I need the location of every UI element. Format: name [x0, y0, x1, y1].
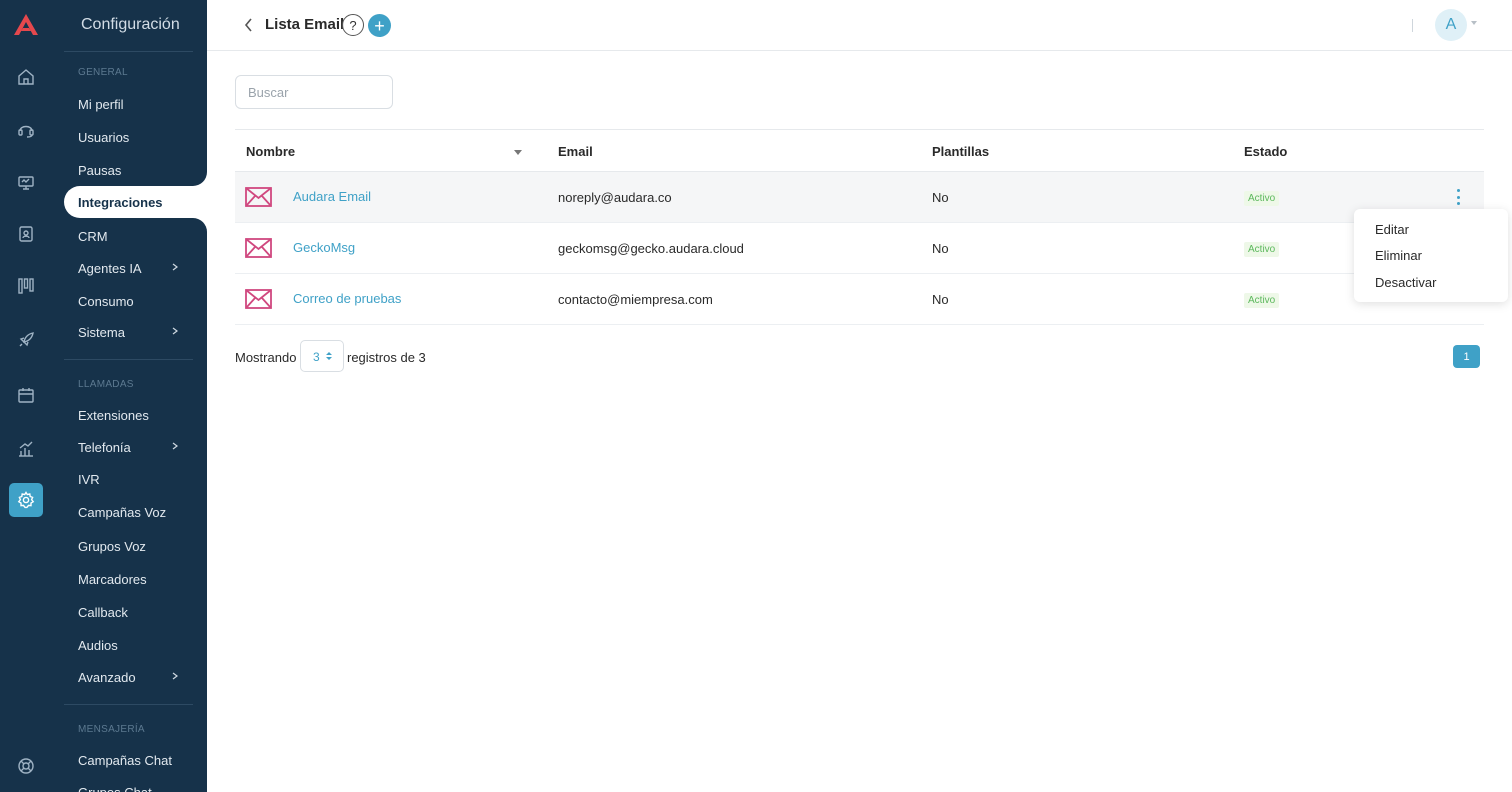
- select-arrows-icon: [326, 352, 332, 360]
- settings-icon[interactable]: [9, 483, 43, 517]
- sidebar-item-dialers[interactable]: Marcadores: [64, 563, 207, 595]
- section-messaging: MENSAJERÍA: [78, 724, 145, 735]
- page-size-value: 3: [313, 350, 320, 364]
- sidebar-item-label: Sistema: [78, 324, 125, 340]
- sidebar-item-callback[interactable]: Callback: [64, 596, 207, 628]
- sidebar-divider: [64, 51, 193, 52]
- add-email-button[interactable]: +: [368, 14, 391, 37]
- mail-icon: [245, 289, 272, 309]
- sidebar-item-users[interactable]: Usuarios: [64, 121, 207, 153]
- contacts-icon[interactable]: [9, 217, 43, 251]
- menu-item-delete[interactable]: Eliminar: [1375, 248, 1422, 263]
- page-header: Lista Email ? + A: [207, 0, 1512, 51]
- calendar-icon[interactable]: [9, 378, 43, 412]
- table-row[interactable]: Audara Email noreply@audara.co No Activo: [235, 172, 1484, 223]
- page-title: Lista Email: [265, 16, 345, 33]
- sidebar-item-label: Telefonía: [78, 439, 131, 455]
- caret-down-icon[interactable]: [1471, 21, 1477, 25]
- integration-name-link[interactable]: Audara Email: [293, 189, 371, 204]
- sidebar-item-system[interactable]: Sistema: [64, 316, 207, 348]
- help-button[interactable]: ?: [342, 14, 364, 36]
- app-logo-icon[interactable]: [12, 12, 40, 38]
- search-input[interactable]: [235, 75, 393, 109]
- integration-name-link[interactable]: GeckoMsg: [293, 240, 355, 255]
- row-action-menu: Editar Eliminar Desactivar: [1354, 209, 1508, 302]
- row-actions-kebab-icon[interactable]: [1454, 189, 1462, 205]
- table-row[interactable]: Correo de pruebas contacto@miempresa.com…: [235, 274, 1484, 325]
- rocket-icon[interactable]: [9, 323, 43, 357]
- sort-desc-icon[interactable]: [514, 150, 522, 155]
- kanban-icon[interactable]: [9, 269, 43, 303]
- active-notch-top: [193, 166, 207, 186]
- sidebar-item-profile[interactable]: Mi perfil: [64, 88, 207, 120]
- status-badge: Activo: [1244, 293, 1280, 308]
- sidebar-item-integrations[interactable]: Integraciones: [64, 186, 207, 218]
- chevron-right-icon: [172, 442, 178, 450]
- column-header-templates[interactable]: Plantillas: [932, 144, 989, 159]
- icon-rail: [0, 0, 50, 792]
- integration-name-link[interactable]: Correo de pruebas: [293, 291, 401, 306]
- table-header: Nombre Email Plantillas Estado: [235, 129, 1484, 172]
- records-label: registros de 3: [347, 350, 426, 365]
- showing-label: Mostrando: [235, 350, 297, 365]
- sidebar-item-voice-groups[interactable]: Grupos Voz: [64, 530, 207, 562]
- email-cell: noreply@audara.co: [558, 190, 672, 205]
- page-button[interactable]: 1: [1453, 345, 1480, 368]
- page-size-select[interactable]: 3: [300, 340, 344, 372]
- section-calls: LLAMADAS: [78, 379, 134, 390]
- header-divider: [1412, 19, 1413, 32]
- sidebar-item-chat-groups[interactable]: Grupos Chat: [64, 776, 207, 792]
- analytics-icon[interactable]: [9, 432, 43, 466]
- column-header-name[interactable]: Nombre: [246, 144, 295, 159]
- monitor-icon[interactable]: [9, 166, 43, 200]
- back-arrow-icon[interactable]: [242, 16, 256, 34]
- email-table: Nombre Email Plantillas Estado Audara Em…: [235, 129, 1484, 325]
- sidebar-item-consumption[interactable]: Consumo: [64, 285, 207, 317]
- chevron-right-icon: [172, 672, 178, 680]
- section-general: GENERAL: [78, 67, 128, 78]
- sidebar-title: Configuración: [81, 16, 180, 33]
- sidebar-item-label: Agentes IA: [78, 260, 142, 276]
- sidebar-item-ai-agents[interactable]: Agentes IA: [64, 252, 207, 284]
- support-icon[interactable]: [9, 749, 43, 783]
- avatar[interactable]: A: [1435, 9, 1467, 41]
- sidebar-item-label: Avanzado: [78, 669, 136, 685]
- sidebar-item-chat-campaigns[interactable]: Campañas Chat: [64, 744, 207, 776]
- sidebar-divider: [64, 704, 193, 705]
- sidebar-item-crm[interactable]: CRM: [64, 220, 207, 252]
- sidebar-divider: [64, 359, 193, 360]
- templates-cell: No: [932, 292, 949, 307]
- sidebar-item-ivr[interactable]: IVR: [64, 463, 207, 495]
- sidebar-item-extensions[interactable]: Extensiones: [64, 399, 207, 431]
- email-cell: geckomsg@gecko.audara.cloud: [558, 241, 744, 256]
- headset-icon[interactable]: [9, 113, 43, 147]
- column-header-email[interactable]: Email: [558, 144, 593, 159]
- mail-icon: [245, 238, 272, 258]
- chevron-right-icon: [172, 327, 178, 335]
- sidebar-item-telephony[interactable]: Telefonía: [64, 431, 207, 463]
- sidebar-item-pauses[interactable]: Pausas: [64, 154, 207, 186]
- menu-item-edit[interactable]: Editar: [1375, 222, 1409, 237]
- table-row[interactable]: GeckoMsg geckomsg@gecko.audara.cloud No …: [235, 223, 1484, 274]
- email-cell: contacto@miempresa.com: [558, 292, 713, 307]
- home-icon[interactable]: [9, 60, 43, 94]
- sidebar-item-advanced[interactable]: Avanzado: [64, 661, 207, 693]
- status-badge: Activo: [1244, 191, 1280, 206]
- templates-cell: No: [932, 190, 949, 205]
- sidebar-item-audios[interactable]: Audios: [64, 629, 207, 661]
- menu-item-deactivate[interactable]: Desactivar: [1375, 275, 1436, 290]
- column-header-status[interactable]: Estado: [1244, 144, 1287, 159]
- templates-cell: No: [932, 241, 949, 256]
- chevron-right-icon: [172, 263, 178, 271]
- mail-icon: [245, 187, 272, 207]
- status-badge: Activo: [1244, 242, 1280, 257]
- settings-sidebar: Configuración GENERAL Mi perfil Usuarios…: [50, 0, 207, 792]
- sidebar-item-voice-campaigns[interactable]: Campañas Voz: [64, 496, 207, 528]
